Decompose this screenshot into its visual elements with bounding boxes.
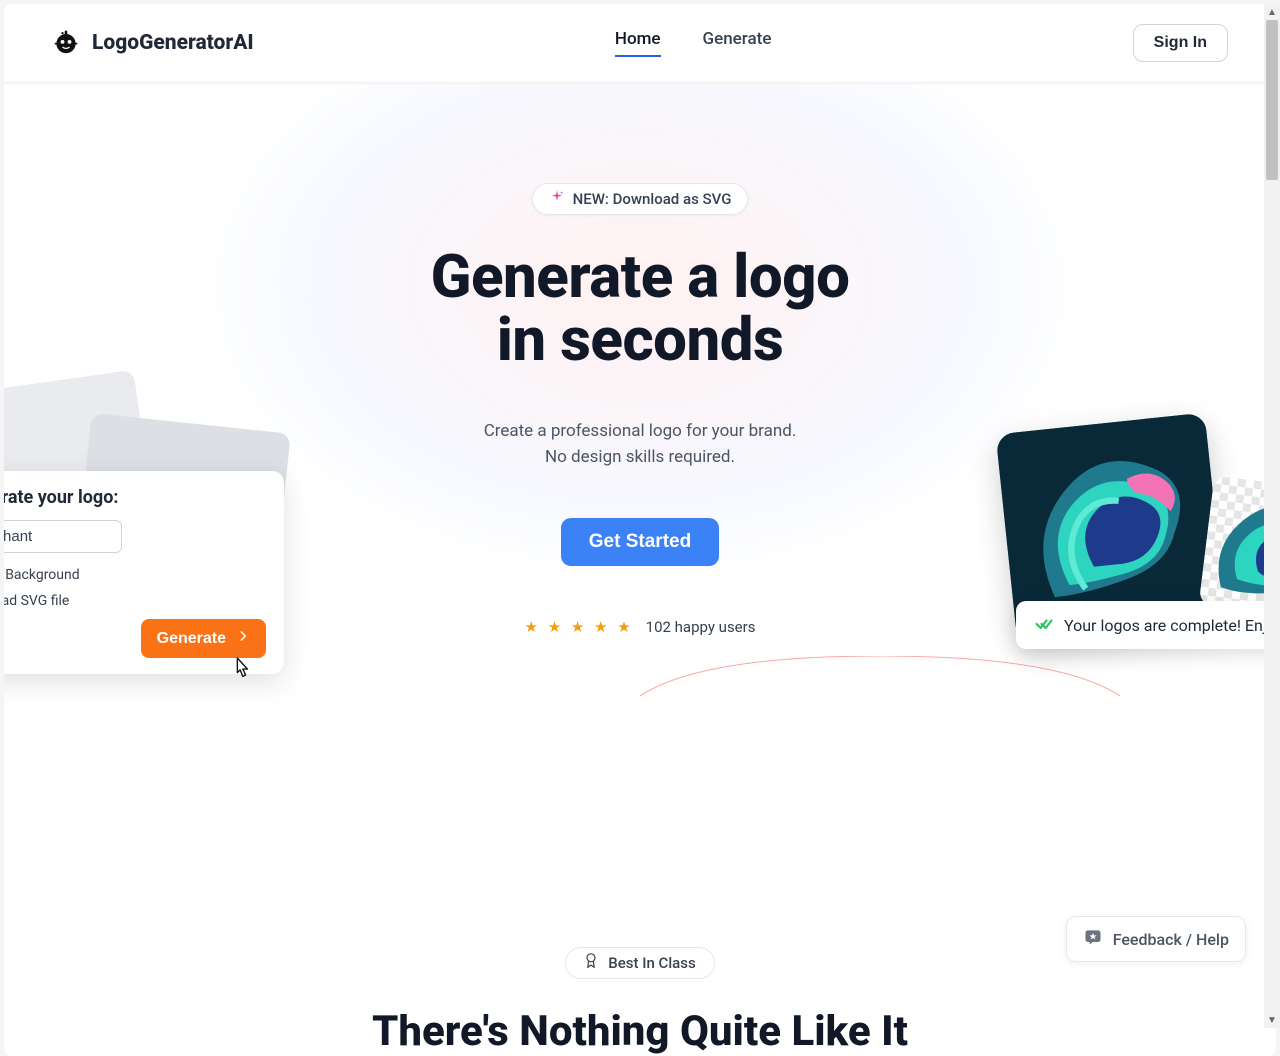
medal-icon: [584, 953, 598, 973]
nav-link-generate[interactable]: Generate: [703, 29, 772, 57]
get-started-button[interactable]: Get Started: [561, 518, 719, 566]
hero-sub-line1: Create a professional logo for your bran…: [484, 421, 797, 441]
prompt-input[interactable]: [4, 520, 122, 553]
features-section: Best In Class There's Nothing Quite Like…: [4, 757, 1276, 1056]
option-download-svg[interactable]: wnload SVG file: [4, 593, 266, 609]
scrollbar-up-arrow[interactable]: ▲: [1264, 4, 1280, 20]
scrollbar-thumb[interactable]: [1266, 20, 1278, 180]
best-in-class-badge: Best In Class: [565, 947, 714, 979]
hero-divider: [400, 696, 880, 697]
navbar: LogoGeneratorAI Home Generate Sign In: [4, 4, 1276, 83]
feedback-star-icon: [1083, 927, 1103, 951]
badge-text: NEW: Download as SVG: [573, 190, 732, 208]
generate-card: enerate your logo: nove Background wnloa…: [4, 471, 284, 674]
sparkles-icon: [549, 189, 565, 209]
brand-name: LogoGeneratorAI: [92, 31, 254, 55]
signin-button[interactable]: Sign In: [1133, 24, 1228, 62]
generate-button-label: Generate: [157, 630, 226, 648]
generate-button[interactable]: Generate: [141, 619, 266, 658]
option-remove-background[interactable]: nove Background: [4, 567, 266, 583]
scrollbar-down-arrow[interactable]: ▼: [1264, 1012, 1280, 1028]
hero-title-line1: Generate a logo: [431, 241, 850, 312]
completion-toast: Your logos are complete! Enjo: [1016, 601, 1276, 649]
scrollbar[interactable]: ▲ ▼: [1264, 4, 1280, 1028]
hero-section: NEW: Download as SVG Generate a logo in …: [4, 83, 1276, 757]
section2-title: There's Nothing Quite Like It: [4, 1007, 1276, 1056]
toast-text: Your logos are complete! Enjo: [1064, 616, 1276, 635]
rating-text: 102 happy users: [646, 618, 756, 636]
hero-sub-line2: No design skills required.: [545, 447, 735, 467]
hero-title: Generate a logo in seconds: [4, 245, 1276, 371]
chevron-right-icon: [236, 629, 250, 648]
check-icon: [1034, 613, 1054, 637]
brand-logo-icon: [52, 27, 80, 59]
star-icons: ★ ★ ★ ★ ★: [525, 618, 634, 636]
best-badge-text: Best In Class: [608, 954, 695, 972]
generate-card-title: enerate your logo:: [4, 487, 266, 508]
nav-link-home[interactable]: Home: [615, 29, 661, 57]
nav-links: Home Generate: [615, 29, 772, 57]
brand[interactable]: LogoGeneratorAI: [52, 27, 254, 59]
hero-title-line2: in seconds: [497, 304, 784, 375]
feedback-label: Feedback / Help: [1113, 930, 1229, 949]
new-feature-badge: NEW: Download as SVG: [532, 183, 749, 215]
feedback-help-button[interactable]: Feedback / Help: [1066, 916, 1246, 962]
